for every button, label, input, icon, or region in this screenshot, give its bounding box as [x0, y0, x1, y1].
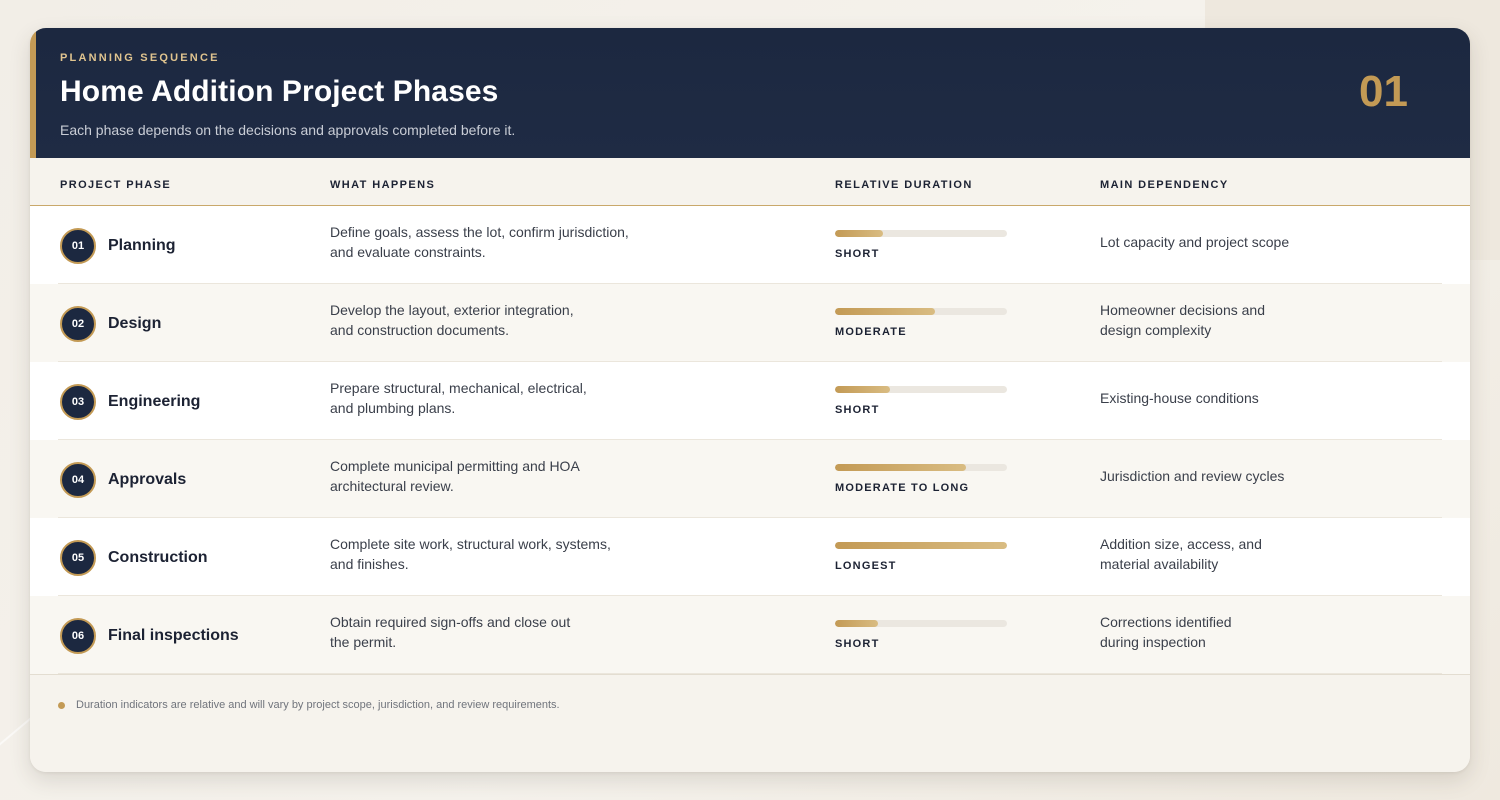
table-row: 06 Final inspections Obtain required sign-…: [30, 596, 1470, 674]
page-title: Home Addition Project Phases: [60, 75, 499, 108]
duration-bar-fill: [835, 464, 966, 471]
duration-label: LONGEST: [835, 560, 897, 572]
phase-name: Design: [108, 315, 162, 332]
phase-description-line: Develop the layout, exterior integration…: [330, 302, 574, 318]
phase-name: Approvals: [108, 471, 187, 488]
table-row: 01 Planning Define goals, assess the lot, …: [30, 206, 1470, 284]
table-header: PROJECT PHASE WHAT HAPPENS RELATIVE DURA…: [30, 158, 1470, 206]
phase-description-line: Complete site work, structural work, sys…: [330, 536, 611, 552]
duration-bar: [835, 464, 1007, 471]
phase-number-badge: 06: [60, 618, 96, 654]
duration-bar-fill: [835, 308, 935, 315]
phase-description-line: Complete municipal permitting and HOA: [330, 458, 580, 474]
dependency-line: during inspection: [1100, 634, 1206, 650]
main-dependency: Lot capacity and project scope: [1100, 232, 1400, 252]
phase-description: Prepare structural, mechanical, electric…: [330, 378, 650, 418]
duration-bar: [835, 386, 1007, 393]
column-header-phase: PROJECT PHASE: [60, 179, 172, 191]
phase-description: Obtain required sign-offs and close out t…: [330, 612, 650, 652]
duration-bar: [835, 308, 1007, 315]
phase-description-line: and evaluate constraints.: [330, 244, 486, 260]
column-header-what: WHAT HAPPENS: [330, 179, 436, 191]
phase-name: Engineering: [108, 393, 201, 410]
column-header-duration: RELATIVE DURATION: [835, 179, 973, 191]
duration-label: SHORT: [835, 638, 880, 650]
duration-bar-fill: [835, 230, 884, 237]
section-number: 01: [1359, 67, 1408, 116]
duration-bar: [835, 542, 1007, 549]
phase-description-line: architectural review.: [330, 478, 454, 494]
table-row: 02 Design Develop the layout, exterior int…: [30, 284, 1470, 362]
bullet-dot-icon: [58, 702, 65, 709]
duration-bar-fill: [835, 542, 1007, 549]
phase-description-line: and plumbing plans.: [330, 400, 456, 416]
main-dependency: Corrections identified during inspection: [1100, 612, 1320, 652]
phase-description: Complete site work, structural work, sys…: [330, 534, 650, 574]
main-dependency: Homeowner decisions and design complexity: [1100, 300, 1320, 340]
phase-number-badge: 04: [60, 462, 96, 498]
phase-number-badge: 03: [60, 384, 96, 420]
duration-label: MODERATE: [835, 326, 907, 338]
phase-description-line: the permit.: [330, 634, 397, 650]
dependency-line: Existing-house conditions: [1100, 390, 1259, 406]
eyebrow-label: PLANNING SEQUENCE: [60, 52, 220, 64]
footer-note-text: Duration indicators are relative and wil…: [76, 699, 560, 711]
phase-name: Construction: [108, 549, 208, 566]
dependency-line: Addition size, access, and: [1100, 536, 1262, 552]
phase-name: Planning: [108, 237, 176, 254]
table-row: 03 Engineering Prepare structural, mechani…: [30, 362, 1470, 440]
column-header-dependency: MAIN DEPENDENCY: [1100, 179, 1229, 191]
phase-number-badge: 05: [60, 540, 96, 576]
duration-bar-fill: [835, 620, 878, 627]
dependency-line: Homeowner decisions and: [1100, 302, 1265, 318]
phase-description-line: Prepare structural, mechanical, electric…: [330, 380, 587, 396]
dependency-line: Jurisdiction and review cycles: [1100, 468, 1285, 484]
phase-description-line: Obtain required sign-offs and close out: [330, 614, 571, 630]
duration-label: SHORT: [835, 404, 880, 416]
dependency-line: design complexity: [1100, 322, 1212, 338]
phase-description: Develop the layout, exterior integration…: [330, 300, 650, 340]
duration-label: MODERATE TO LONG: [835, 482, 970, 494]
phase-description-line: and construction documents.: [330, 322, 509, 338]
dependency-line: Corrections identified: [1100, 614, 1232, 630]
main-dependency: Jurisdiction and review cycles: [1100, 466, 1400, 486]
duration-label: SHORT: [835, 248, 880, 260]
phase-number-badge: 02: [60, 306, 96, 342]
duration-bar-fill: [835, 386, 891, 393]
table-row: 04 Approvals Complete municipal permitting…: [30, 440, 1470, 518]
duration-bar: [835, 620, 1007, 627]
card-header: PLANNING SEQUENCE Home Addition Project …: [30, 28, 1470, 158]
phase-description-line: Define goals, assess the lot, confirm ju…: [330, 224, 629, 240]
phase-description: Define goals, assess the lot, confirm ju…: [330, 222, 650, 262]
phase-number-badge: 01: [60, 228, 96, 264]
phases-card: PLANNING SEQUENCE Home Addition Project …: [30, 28, 1470, 772]
phase-name: Final inspections: [108, 627, 239, 644]
page-subtitle: Each phase depends on the decisions and …: [60, 122, 516, 138]
table-row: 05 Construction Complete site work, struct…: [30, 518, 1470, 596]
duration-bar: [835, 230, 1007, 237]
main-dependency: Addition size, access, and material avail…: [1100, 534, 1320, 574]
main-dependency: Existing-house conditions: [1100, 388, 1400, 408]
dependency-line: material availability: [1100, 556, 1219, 572]
phase-description: Complete municipal permitting and HOA arc…: [330, 456, 650, 496]
dependency-line: Lot capacity and project scope: [1100, 234, 1290, 250]
footer-note: Duration indicators are relative and wil…: [30, 674, 1470, 772]
phase-description-line: and finishes.: [330, 556, 409, 572]
